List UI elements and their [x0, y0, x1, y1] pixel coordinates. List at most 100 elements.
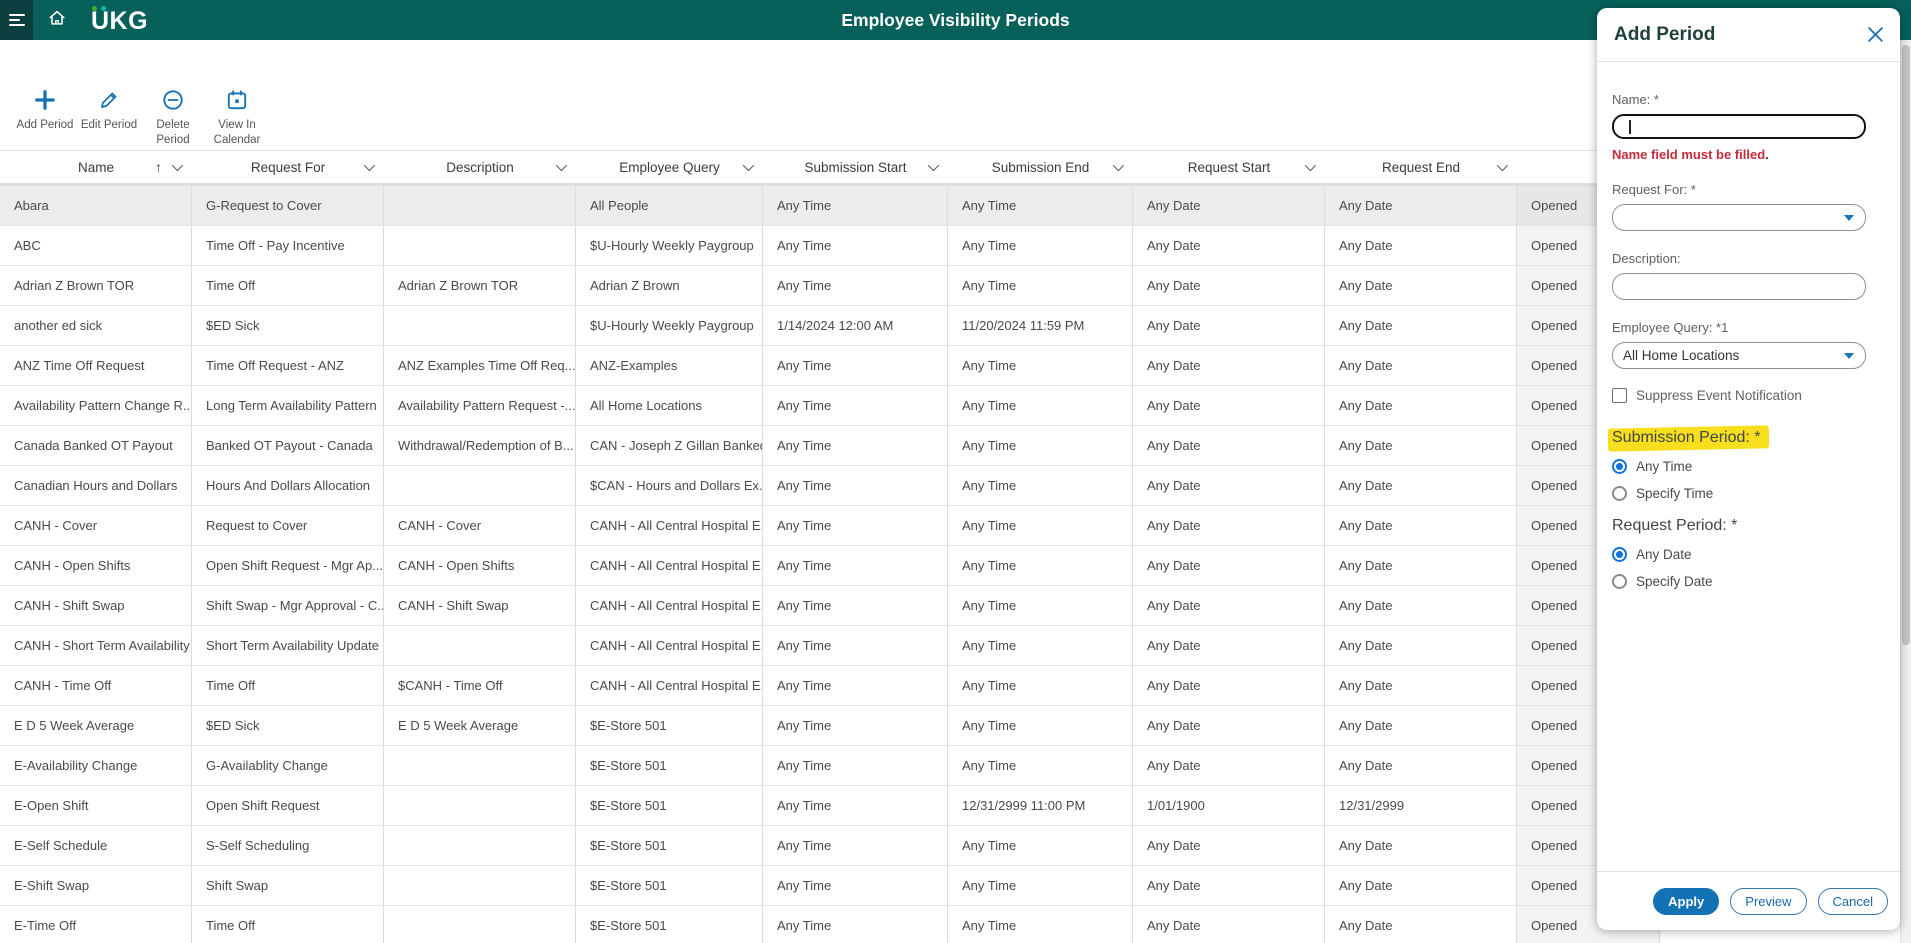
cell-request_start: Any Date	[1133, 706, 1325, 745]
cell-request_start: 1/01/1900	[1133, 786, 1325, 825]
cell-request_start: Any Date	[1133, 266, 1325, 305]
request-any-date-radio[interactable]: Any Date	[1612, 547, 1866, 562]
cell-request_start: Any Date	[1133, 906, 1325, 943]
add-period-panel: Add Period Name: * Name field must be fi…	[1597, 8, 1900, 930]
cell-employee_query: $U-Hourly Weekly Paygroup	[576, 226, 763, 265]
tool-label: Delete Period	[156, 119, 190, 146]
column-menu-chevron-icon[interactable]	[1496, 159, 1509, 172]
column-header-request_end[interactable]: Request End	[1325, 151, 1517, 183]
cell-request_for: Long Term Availability Pattern	[192, 386, 384, 425]
column-header-submission_start[interactable]: Submission Start	[763, 151, 948, 183]
cell-name: Canadian Hours and Dollars	[0, 466, 192, 505]
name-field-label: Name: *	[1612, 92, 1659, 107]
cell-description	[384, 466, 576, 505]
cell-request_for: $ED Sick	[192, 706, 384, 745]
edit-period-button[interactable]: Edit Period	[80, 88, 138, 133]
cell-request_for: Time Off	[192, 666, 384, 705]
cell-name: CANH - Time Off	[0, 666, 192, 705]
vertical-scrollbar[interactable]	[1900, 40, 1911, 943]
column-header-label: Description	[446, 159, 514, 175]
delete-period-button[interactable]: Delete Period	[150, 88, 196, 148]
cell-request_start: Any Date	[1133, 626, 1325, 665]
cell-name: CANH - Open Shifts	[0, 546, 192, 585]
cancel-button[interactable]: Cancel	[1817, 887, 1888, 915]
submission-specify-time-radio[interactable]: Specify Time	[1612, 486, 1866, 501]
cell-request_start: Any Date	[1133, 666, 1325, 705]
cell-request_start: Any Date	[1133, 226, 1325, 265]
suppress-event-notification-checkbox[interactable]: Suppress Event Notification	[1612, 388, 1866, 403]
cell-employee_query: $E-Store 501	[576, 746, 763, 785]
column-header-name[interactable]: Name ↑	[0, 151, 192, 183]
cell-submission_end: Any Time	[948, 186, 1133, 225]
description-input[interactable]	[1612, 273, 1866, 300]
cell-description: CANH - Cover	[384, 506, 576, 545]
cell-name: Availability Pattern Change R...	[0, 386, 192, 425]
cell-name: ABC	[0, 226, 192, 265]
ukg-logo: UKG	[91, 5, 149, 35]
cell-name: CANH - Short Term Availability	[0, 626, 192, 665]
cell-employee_query: $E-Store 501	[576, 706, 763, 745]
preview-button[interactable]: Preview	[1730, 887, 1807, 915]
column-menu-chevron-icon[interactable]	[742, 159, 755, 172]
cell-employee_query: $U-Hourly Weekly Paygroup	[576, 306, 763, 345]
column-header-label: Submission Start	[804, 159, 907, 175]
employee-query-dropdown[interactable]: All Home Locations	[1612, 342, 1866, 369]
column-header-employee_query[interactable]: Employee Query	[576, 151, 763, 183]
add-period-button[interactable]: Add Period	[16, 88, 74, 133]
plus-icon	[33, 88, 57, 112]
cell-request_start: Any Date	[1133, 826, 1325, 865]
cell-request_end: Any Date	[1325, 706, 1517, 745]
cell-request_for: Time Off - Pay Incentive	[192, 226, 384, 265]
request-specify-date-radio[interactable]: Specify Date	[1612, 574, 1866, 589]
cell-request_end: Any Date	[1325, 746, 1517, 785]
cell-request_start: Any Date	[1133, 306, 1325, 345]
view-in-calendar-button[interactable]: View In Calendar	[206, 88, 268, 148]
column-header-submission_end[interactable]: Submission End	[948, 151, 1133, 183]
cell-submission_start: Any Time	[763, 266, 948, 305]
cell-employee_query: CANH - All Central Hospital E...	[576, 626, 763, 665]
menu-icon[interactable]	[8, 14, 25, 26]
cell-submission_start: Any Time	[763, 786, 948, 825]
cell-request_for: Open Shift Request	[192, 786, 384, 825]
name-input[interactable]	[1612, 114, 1866, 139]
column-menu-chevron-icon[interactable]	[1112, 159, 1125, 172]
column-header-label: Employee Query	[619, 159, 720, 175]
cell-name: E-Self Schedule	[0, 826, 192, 865]
cell-employee_query: $E-Store 501	[576, 906, 763, 943]
home-button[interactable]	[47, 8, 67, 33]
close-icon[interactable]	[1867, 26, 1884, 43]
cell-submission_start: Any Time	[763, 826, 948, 865]
cell-request_start: Any Date	[1133, 586, 1325, 625]
panel-header: Add Period	[1597, 8, 1900, 62]
cell-request_end: Any Date	[1325, 506, 1517, 545]
cell-name: CANH - Shift Swap	[0, 586, 192, 625]
tool-label: Edit Period	[80, 119, 138, 131]
cell-request_for: G-Request to Cover	[192, 186, 384, 225]
cell-description: CANH - Open Shifts	[384, 546, 576, 585]
request-for-dropdown[interactable]	[1612, 204, 1866, 231]
cell-submission_start: Any Time	[763, 226, 948, 265]
column-menu-chevron-icon[interactable]	[927, 159, 940, 172]
cell-name: E D 5 Week Average	[0, 706, 192, 745]
cell-request_start: Any Date	[1133, 866, 1325, 905]
submission-any-time-radio[interactable]: Any Time	[1612, 459, 1866, 474]
cell-employee_query: All Home Locations	[576, 386, 763, 425]
column-menu-chevron-icon[interactable]	[1304, 159, 1317, 172]
column-header-request_for[interactable]: Request For	[192, 151, 384, 183]
cell-request_for: Banked OT Payout - Canada	[192, 426, 384, 465]
cell-name: E-Availability Change	[0, 746, 192, 785]
panel-footer: Apply Preview Cancel	[1597, 871, 1900, 930]
column-menu-chevron-icon[interactable]	[363, 159, 376, 172]
cell-employee_query: ANZ-Examples	[576, 346, 763, 385]
apply-button[interactable]: Apply	[1653, 887, 1720, 915]
cell-submission_start: Any Time	[763, 186, 948, 225]
cell-request_end: Any Date	[1325, 866, 1517, 905]
cell-request_for: Time Off Request - ANZ	[192, 346, 384, 385]
column-header-request_start[interactable]: Request Start	[1133, 151, 1325, 183]
column-menu-chevron-icon[interactable]	[555, 159, 568, 172]
column-menu-chevron-icon[interactable]	[171, 159, 184, 172]
column-header-description[interactable]: Description	[384, 151, 576, 183]
cell-request_for: Hours And Dollars Allocation	[192, 466, 384, 505]
scrollbar-thumb[interactable]	[1902, 45, 1910, 645]
cell-description	[384, 866, 576, 905]
